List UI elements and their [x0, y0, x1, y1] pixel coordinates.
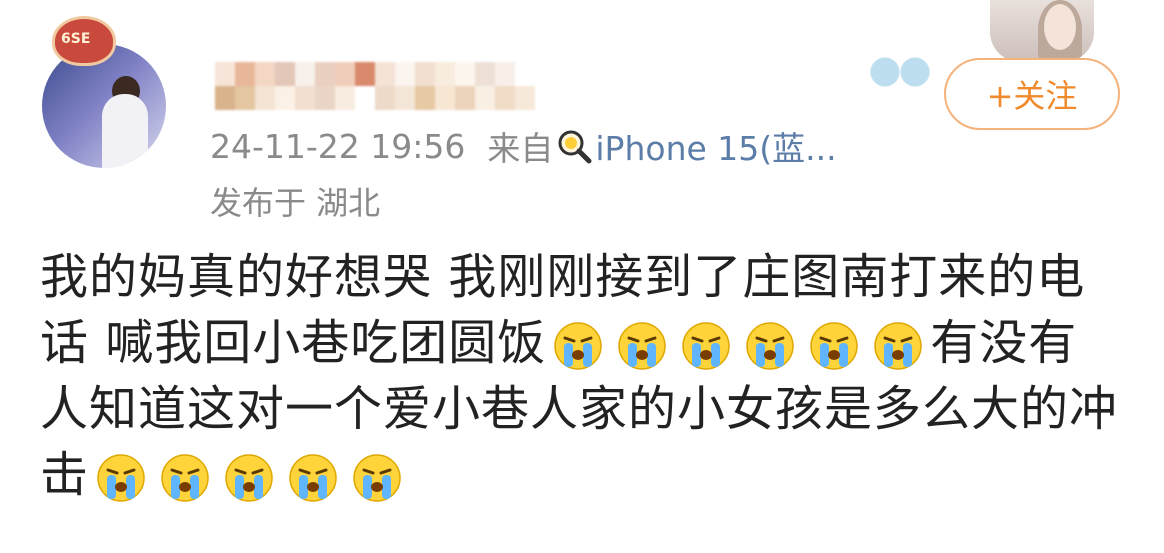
post-meta: 24-11-22 19:56 来自 iPhone 15(蓝... [210, 126, 837, 169]
content-line: 人知道这对一个爱小巷人家的小女孩是多么大的冲 [40, 381, 1119, 437]
post-location: 发布于 湖北 [210, 184, 381, 222]
crying-face-icon [617, 321, 667, 371]
crying-face-icon [873, 321, 923, 371]
crying-face-icon [96, 453, 146, 503]
avatar-image [42, 44, 166, 168]
post-content: 我的妈真的好想哭 我刚刚接到了庄图南打来的电 话 喊我回小巷吃团圆饭 有没有 人… [40, 244, 1130, 508]
source-device-link[interactable]: iPhone 15(蓝... [595, 122, 836, 170]
crying-face-icon [681, 321, 731, 371]
crying-face-icon [288, 453, 338, 503]
crying-face-icon [224, 453, 274, 503]
weibo-post: 6SE 24-11-22 19:56 来自 iPhone 15(蓝... 发布于… [0, 0, 1164, 553]
crying-face-icon [745, 321, 795, 371]
avatar-badge-icon: 6SE [52, 16, 116, 66]
crying-face-icon [553, 321, 603, 371]
crying-face-icon [809, 321, 859, 371]
follow-button[interactable]: +关注 [944, 58, 1120, 130]
post-timestamp: 24-11-22 19:56 [210, 126, 466, 166]
emoji-row [546, 310, 930, 376]
content-line: 话 喊我回小巷吃团圆饭 有没有 [40, 310, 1130, 376]
username-blurred[interactable] [215, 62, 535, 110]
content-line: 击 [40, 442, 1130, 508]
content-line: 我的妈真的好想哭 我刚刚接到了庄图南打来的电 [40, 249, 1086, 305]
crying-face-icon [160, 453, 210, 503]
avatar[interactable]: 6SE [38, 16, 188, 168]
decoration-portrait [990, 0, 1094, 62]
source-prefix: 来自 [487, 129, 554, 168]
magnifier-icon [555, 127, 593, 165]
crying-face-icon [352, 453, 402, 503]
emoji-row [89, 442, 409, 508]
